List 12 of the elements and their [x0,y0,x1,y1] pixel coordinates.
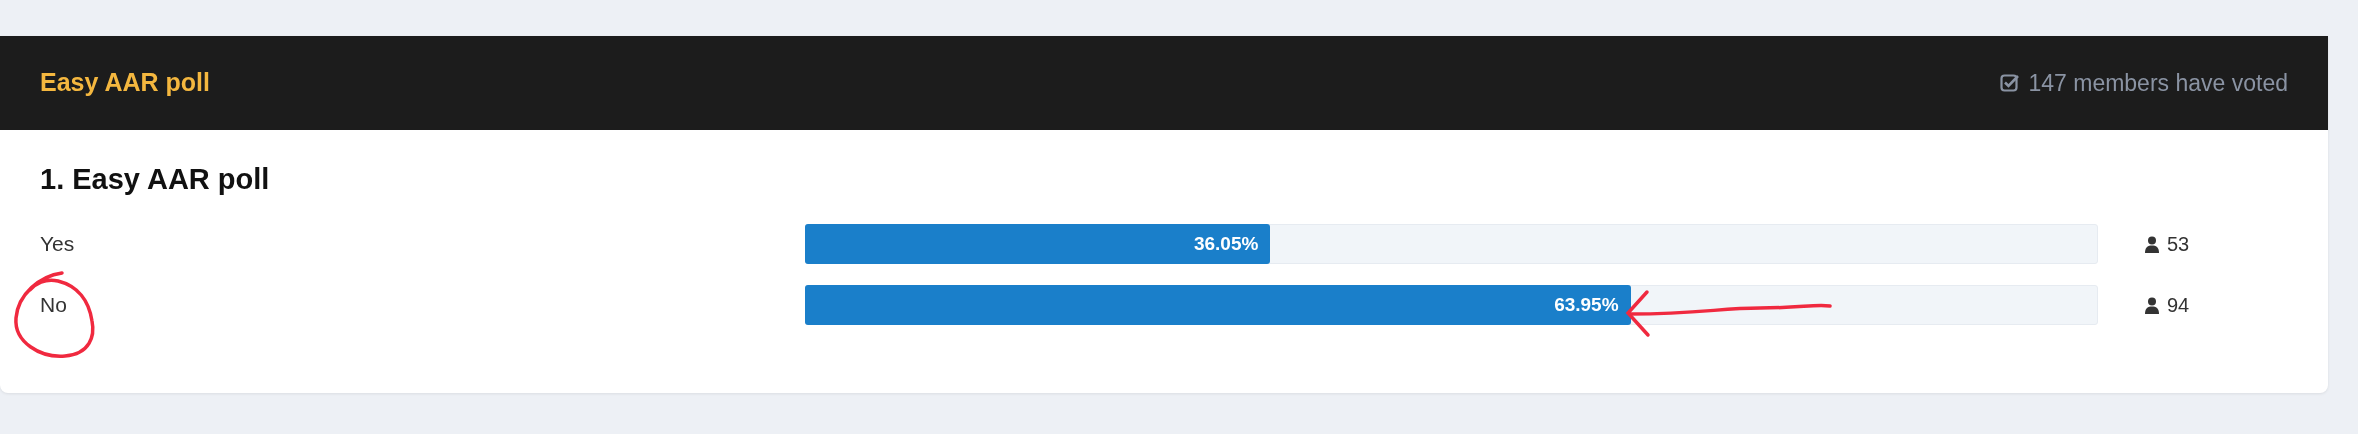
vote-count: 94 [2167,293,2190,318]
vote-count-text: 147 members have voted [2028,68,2288,98]
option-label: Yes [40,232,75,256]
question-title: 1. Easy AAR poll [40,162,271,197]
vote-count: 53 [2167,232,2190,257]
checkbox-icon [2000,73,2021,93]
progress-fill: 63.95% [805,285,1631,325]
progress-fill: 36.05% [805,224,1271,264]
person-icon [2145,296,2159,314]
option-label: No [40,293,67,317]
person-icon [2145,235,2159,253]
poll-title: Easy AAR poll [40,67,210,99]
